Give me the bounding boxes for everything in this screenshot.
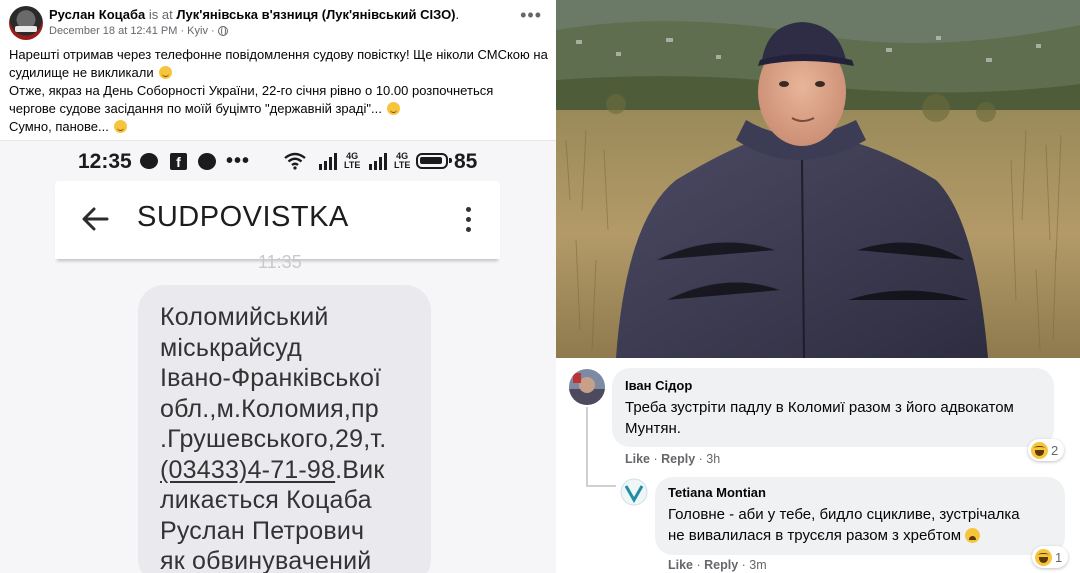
reply-button[interactable]: Reply xyxy=(704,558,738,572)
haha-reaction-icon xyxy=(1035,548,1052,566)
comment-actions: Like · Reply · 3m xyxy=(668,558,767,572)
post-header: Руслан Коцаба is at Лук'янівська в'язниц… xyxy=(0,0,556,141)
man-in-field-photo xyxy=(556,0,1080,358)
like-button[interactable]: Like xyxy=(625,452,650,466)
commenter-avatar[interactable] xyxy=(569,369,605,405)
post-meta: December 18 at 12:41 PM · Kyiv · xyxy=(49,25,228,37)
sad-emoji xyxy=(387,102,401,115)
sms-line: .Грушевського,29,т. xyxy=(160,425,387,453)
phone-number-link[interactable]: (03433)4-71-98 xyxy=(160,456,335,484)
post-line: Нарешті отримав через телефонне повідомл… xyxy=(9,47,548,62)
thread-line xyxy=(586,485,616,487)
sms-line: обл.,м.Коломия,пр xyxy=(160,394,379,423)
post-line: Сумно, панове... xyxy=(9,118,549,136)
more-options-icon[interactable]: ••• xyxy=(520,6,542,24)
comment-time[interactable]: 3h xyxy=(706,452,720,466)
sms-text: Коломийський міськрайсуд Івано-Франківсь… xyxy=(160,302,386,573)
comment-author[interactable]: Tetiana Montian xyxy=(668,485,766,500)
sender-name: SUDPOVISTKA xyxy=(137,201,349,233)
comment-actions: Like · Reply · 3h xyxy=(625,452,721,466)
post-line: Отже, якраз на День Соборності України, … xyxy=(9,83,494,98)
sms-line: ликається Коцаба xyxy=(160,486,372,514)
reaction-count[interactable]: 1 xyxy=(1032,546,1069,568)
post-body: Нарешті отримав через телефонне повідомл… xyxy=(9,46,549,136)
network-type-label: 4G LTE xyxy=(344,151,361,170)
author-avatar[interactable] xyxy=(9,6,43,40)
sad-emoji xyxy=(114,120,128,133)
post-author-line: Руслан Коцаба is at Лук'янівська в'язниц… xyxy=(49,7,459,22)
messenger-icon xyxy=(198,153,216,170)
thread-line xyxy=(586,407,588,487)
message-icon xyxy=(140,153,158,169)
status-time: 12:35 xyxy=(78,150,132,173)
wifi-icon xyxy=(284,152,306,170)
globe-icon xyxy=(217,26,228,36)
facebook-icon: f xyxy=(170,153,187,170)
post-line: судилище не викликали xyxy=(9,64,549,82)
location-prefix: is at xyxy=(148,7,173,22)
reply-button[interactable]: Reply xyxy=(661,452,695,466)
sms-line: Івано-Франківської xyxy=(160,364,382,392)
sms-line: Руслан Петрович xyxy=(160,516,365,545)
phone-status-bar: 12:35 f ••• 4G LTE 4G LTE 85 xyxy=(78,150,498,178)
location-suffix: . xyxy=(455,7,460,22)
sms-line: міськрайсуд xyxy=(160,333,302,362)
like-button[interactable]: Like xyxy=(668,558,693,572)
signal-icon xyxy=(369,153,387,170)
haha-reaction-icon xyxy=(1031,441,1048,459)
comment-author[interactable]: Іван Сідор xyxy=(625,378,692,393)
more-notifications-icon: ••• xyxy=(226,150,251,172)
battery-icon xyxy=(416,153,452,169)
message-time: 11:35 xyxy=(258,252,302,272)
sms-line: як обвинувачений xyxy=(160,547,372,573)
battery-percent: 85 xyxy=(454,150,478,173)
kebab-menu-icon[interactable] xyxy=(466,207,472,233)
sms-app-bar: SUDPOVISTKA xyxy=(55,181,500,259)
post-location[interactable]: Лук'янівська в'язниця (Лук'янівський СІЗ… xyxy=(176,7,455,22)
comment-text: Головне - аби у тебе, бидло сцикливе, зу… xyxy=(668,506,1020,544)
post-author-name[interactable]: Руслан Коцаба xyxy=(49,7,145,22)
comments-section: Іван Сідор Треба зустріти падлу в Коломи… xyxy=(556,358,1080,573)
sms-line: (03433)4-71-98.Вик xyxy=(160,455,385,484)
photo-illustration xyxy=(556,0,1080,358)
smile-emoji xyxy=(159,66,173,79)
signal-icon xyxy=(319,153,337,170)
commenter-avatar[interactable] xyxy=(620,478,648,506)
comment-time[interactable]: 3m xyxy=(749,558,766,572)
sms-line: Коломийський xyxy=(160,303,329,331)
post-timestamp[interactable]: December 18 at 12:41 PM · Kyiv · xyxy=(49,25,215,37)
back-arrow-icon[interactable] xyxy=(81,207,109,231)
crying-emoji xyxy=(965,528,981,543)
post-line: чергове судове засідання по моїй буцімто… xyxy=(9,100,549,118)
network-type-label: 4G LTE xyxy=(394,151,411,170)
facebook-post-screenshot: Руслан Коцаба is at Лук'янівська в'язниц… xyxy=(0,0,556,573)
reaction-count[interactable]: 2 xyxy=(1028,439,1065,461)
comment-text: Треба зустріти падлу в Коломиї разом з й… xyxy=(625,399,1014,437)
